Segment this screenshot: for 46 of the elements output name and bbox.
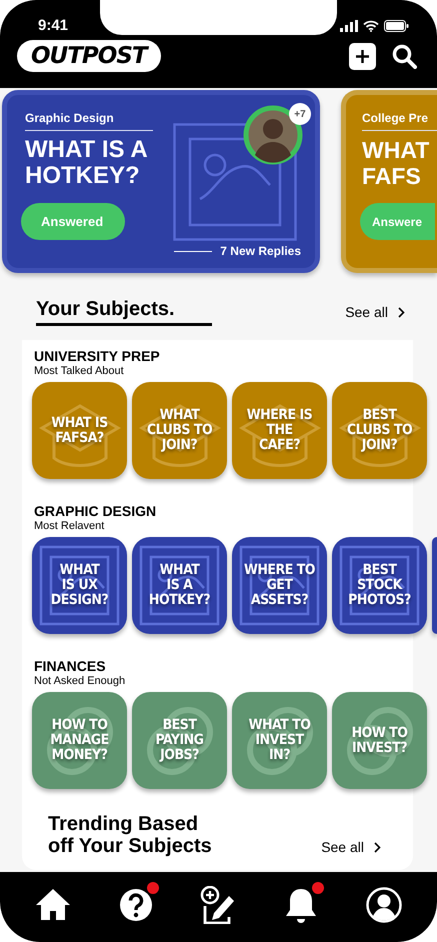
- question-tile[interactable]: WHAT CLUBS TO JOIN?: [132, 382, 227, 479]
- question-tile[interactable]: WHERE IS THE CAFE?: [232, 382, 327, 479]
- question-tile[interactable]: WHAT IS A HOTKEY?: [132, 537, 227, 634]
- question-card[interactable]: College Pre WHAT FAFS Answere: [341, 90, 437, 273]
- section-title: Your Subjects.: [36, 298, 212, 326]
- question-tile[interactable]: [432, 537, 437, 634]
- question-tile[interactable]: WHAT TO INVEST IN?: [232, 692, 327, 789]
- chevron-icon: [374, 842, 381, 852]
- question-tile[interactable]: HOW TO MANAGE MONEY?: [32, 692, 127, 789]
- category-heading: FINANCES: [34, 658, 107, 674]
- section-title: Trending Based off Your Subjects: [48, 813, 213, 857]
- card-title: WHAT IS A HOTKEY?: [25, 137, 149, 189]
- add-button[interactable]: [349, 42, 376, 70]
- category-heading: UNIVERSITY PREP: [34, 348, 161, 364]
- question-tile[interactable]: BEST STOCK PHOTOS?: [332, 537, 427, 634]
- wifi-icon: [363, 20, 379, 32]
- card-category: Graphic Design: [25, 111, 153, 131]
- question-tile[interactable]: BEST CLUBS TO JOIN?: [332, 382, 427, 479]
- profile-icon: [364, 886, 403, 924]
- search-button[interactable]: [392, 44, 417, 68]
- question-tile[interactable]: WHAT IS FAFSA?: [32, 382, 127, 479]
- count-badge: +7: [289, 103, 311, 125]
- answered-button[interactable]: Answere: [360, 203, 435, 240]
- category-subtitle: Most Talked About: [34, 365, 125, 377]
- category-subtitle: Not Asked Enough: [34, 675, 126, 687]
- search-icon: [392, 44, 417, 68]
- signal-icon: [340, 20, 358, 32]
- category-heading: GRAPHIC DESIGN: [34, 503, 158, 519]
- see-all-link[interactable]: See all: [345, 304, 405, 320]
- see-all-link[interactable]: See all: [321, 839, 381, 855]
- nav-tab[interactable]: [364, 886, 403, 924]
- outpost-logo: OUTPOST: [17, 40, 161, 72]
- category-subtitle: Most Relavent: [34, 520, 106, 532]
- card-category: College Pre: [362, 111, 437, 131]
- status-time: 9:41: [38, 17, 68, 34]
- card-title: WHAT FAFS: [362, 137, 430, 189]
- question-tile[interactable]: HOW TO INVEST?: [332, 692, 427, 789]
- replies-count: 7 New Replies: [220, 244, 301, 258]
- answered-button[interactable]: Answered: [21, 203, 125, 240]
- chevron-icon: [398, 306, 405, 318]
- question-tile[interactable]: WHAT IS UX DESIGN?: [32, 537, 127, 634]
- question-tile[interactable]: BEST PAYING JOBS?: [132, 692, 227, 789]
- battery-icon: [384, 20, 409, 32]
- question-card[interactable]: Graphic Design WHAT IS A HOTKEY? Answered +7 7 New Replies: [2, 90, 320, 273]
- question-tile[interactable]: WHERE TO GET ASSETS?: [232, 537, 327, 634]
- plus-icon: [355, 48, 370, 64]
